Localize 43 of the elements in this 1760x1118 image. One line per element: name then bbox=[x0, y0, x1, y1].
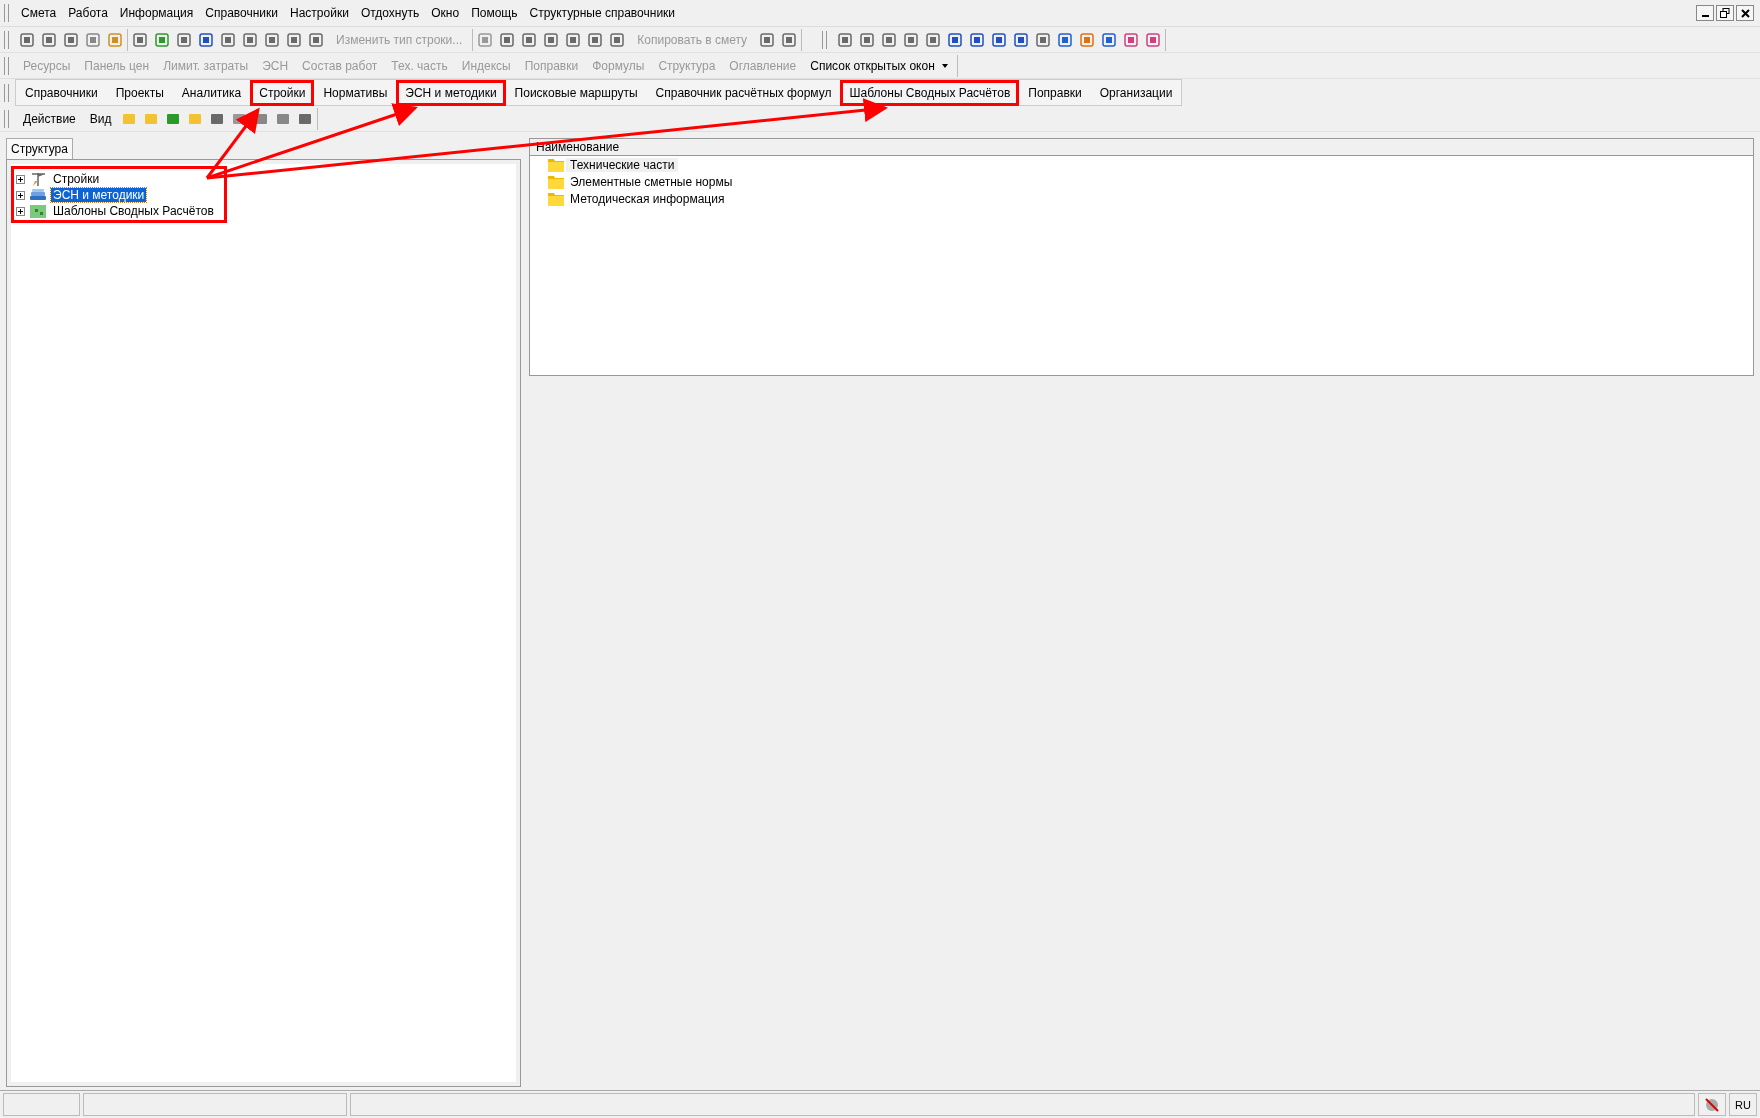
menu-item[interactable]: Справочники bbox=[199, 6, 285, 20]
column-header[interactable]: Наименование bbox=[530, 139, 1753, 156]
tab[interactable]: ЭСН и методики bbox=[396, 79, 506, 106]
tab[interactable]: Организации bbox=[1090, 79, 1182, 106]
menu-item[interactable]: Помощь bbox=[465, 6, 524, 20]
tab[interactable]: Шаблоны Сводных Расчётов bbox=[840, 79, 1020, 106]
tree-item[interactable]: Шаблоны Сводных Расчётов bbox=[51, 204, 216, 218]
tab[interactable]: Справочники bbox=[16, 79, 107, 106]
menu-item[interactable]: Настройки bbox=[284, 6, 355, 20]
language-indicator: RU bbox=[1729, 1093, 1757, 1116]
menu-item[interactable]: Отдохнуть bbox=[354, 6, 426, 20]
toolbar-button[interactable]: Список открытых окон bbox=[806, 58, 953, 73]
close-button[interactable] bbox=[1736, 5, 1754, 21]
menu-item[interactable]: Работа bbox=[62, 6, 114, 20]
minimize-icon bbox=[1701, 15, 1709, 17]
menu-item[interactable]: Информация bbox=[113, 6, 200, 20]
tab[interactable]: Поправки bbox=[1019, 79, 1091, 106]
network-off-icon bbox=[1704, 1096, 1720, 1113]
expand-icon[interactable] bbox=[16, 190, 25, 200]
panel-tab[interactable]: Структура bbox=[6, 138, 73, 159]
menu-item[interactable]: Структурные справочники bbox=[523, 6, 682, 20]
tab[interactable]: Аналитика bbox=[172, 79, 251, 106]
minimize-button[interactable] bbox=[1696, 5, 1714, 21]
tree-item[interactable]: ЭСН и методики bbox=[51, 188, 147, 202]
tab[interactable]: Нормативы bbox=[314, 79, 397, 106]
tab[interactable]: Проекты bbox=[106, 79, 173, 106]
menu-item[interactable]: Смета bbox=[15, 6, 63, 20]
expand-icon[interactable] bbox=[16, 174, 25, 184]
tab[interactable]: Стройки bbox=[250, 79, 315, 106]
caret-icon bbox=[940, 62, 949, 69]
list-item[interactable]: Методическая информация bbox=[566, 191, 729, 206]
menu-item[interactable]: Окно bbox=[425, 6, 466, 20]
menu-button[interactable]: Действие bbox=[19, 111, 80, 126]
restore-icon bbox=[1720, 8, 1730, 18]
restore-button[interactable] bbox=[1716, 5, 1734, 21]
tab[interactable]: Поисковые маршруты bbox=[505, 79, 647, 106]
tree-item[interactable]: Стройки bbox=[51, 172, 102, 186]
tab[interactable]: Справочник расчётных формул bbox=[646, 79, 841, 106]
list-item[interactable]: Технические части bbox=[566, 157, 679, 172]
crane-icon bbox=[29, 171, 47, 187]
list-item[interactable]: Элементные сметные нормы bbox=[566, 174, 737, 189]
expand-icon[interactable] bbox=[16, 206, 25, 216]
menu-button[interactable]: Вид bbox=[85, 111, 116, 126]
